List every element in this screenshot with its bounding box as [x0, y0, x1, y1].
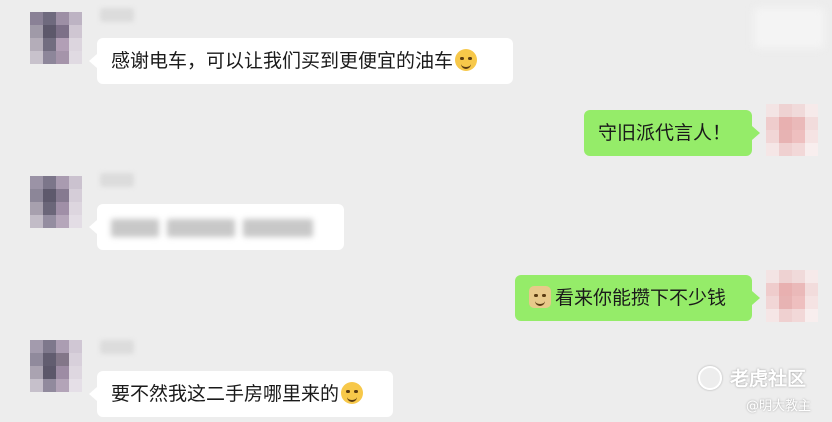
- blurred-corner: [754, 8, 824, 48]
- watermark-logo-text: 老虎社区: [730, 368, 807, 390]
- avatar-left-1[interactable]: [30, 12, 82, 64]
- grin-squint-emoji: [455, 48, 478, 71]
- message-text-5: 要不然我这二手房哪里来的: [111, 383, 340, 405]
- avatar-right-2[interactable]: [766, 270, 818, 322]
- message-text-4: 看来你能攒下不少钱: [555, 287, 727, 309]
- tiger-logo-icon: [698, 365, 722, 390]
- avatar-left-2[interactable]: [30, 176, 82, 228]
- doge-emoji: [529, 285, 551, 308]
- blurred-text: [111, 218, 159, 237]
- message-bubble-2[interactable]: 守旧派代言人！: [584, 110, 760, 156]
- sender-name-blurred: [100, 173, 134, 187]
- chat-window: 感谢电车，可以让我们买到更便宜的油车 守旧派代言人！ 看来你能攒下不少钱 要不然…: [0, 0, 832, 422]
- tiger-community-logo: 老虎社区: [698, 364, 806, 391]
- blurred-text: [167, 218, 235, 237]
- watermark-handle: @明大教主: [746, 399, 812, 414]
- message-bubble-4[interactable]: 看来你能攒下不少钱: [515, 275, 760, 321]
- sender-name-blurred: [100, 8, 134, 22]
- sender-name-blurred: [100, 340, 134, 354]
- message-bubble-3-blurred[interactable]: [89, 204, 344, 250]
- message-text-2: 守旧派代言人！: [598, 122, 732, 144]
- message-bubble-1[interactable]: 感谢电车，可以让我们买到更便宜的油车: [89, 38, 513, 84]
- message-bubble-5[interactable]: 要不然我这二手房哪里来的: [89, 371, 393, 417]
- blurred-text: [243, 218, 313, 237]
- avatar-right-1[interactable]: [766, 104, 818, 156]
- message-text-1: 感谢电车，可以让我们买到更便宜的油车: [111, 50, 454, 72]
- dizzy-sweat-emoji: [341, 381, 364, 404]
- avatar-left-3[interactable]: [30, 340, 82, 392]
